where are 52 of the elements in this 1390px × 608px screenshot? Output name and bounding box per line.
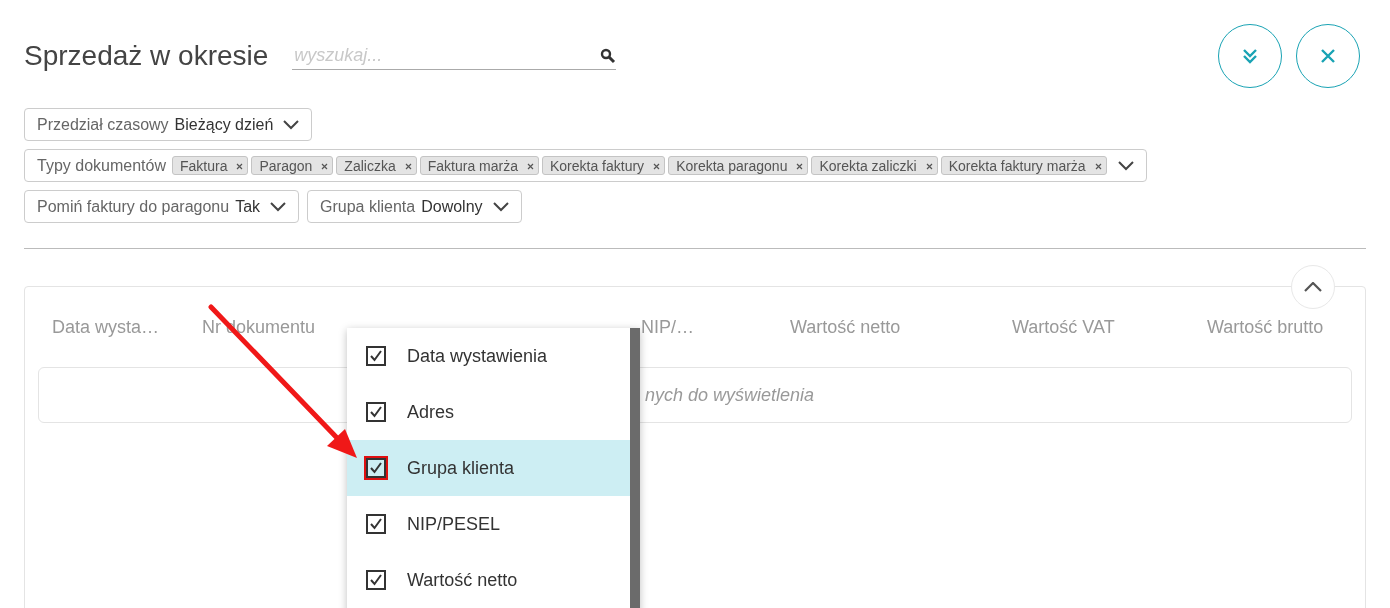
chevron-down-icon [283,119,300,130]
checkbox[interactable] [366,570,386,590]
filter-dropdown[interactable]: Typy dokumentów Faktura Paragon Zaliczka Faktura marża Korekta faktury Korekta paragonu Korekta zaliczki Korekta faktury marża [24,149,1147,182]
remove-icon[interactable] [796,162,804,170]
document-type-tag[interactable]: Korekta faktury marża [940,156,1107,175]
empty-message: nych do wyświetlenia [645,384,815,406]
filter-label: Przedział czasowy [37,115,169,134]
document-type-tag[interactable]: Korekta zaliczki [811,156,938,175]
filter-value: Dowolny [421,197,483,216]
filter-value: Tak [235,197,261,216]
menu-item[interactable]: Data wystawienia [347,328,630,384]
filter-dropdown[interactable]: Przedział czasowy Bieżący dzień [24,108,313,141]
menu-item[interactable]: Grupa klienta [347,440,630,496]
remove-icon[interactable] [653,162,661,170]
remove-icon[interactable] [526,162,534,170]
remove-icon[interactable] [404,162,412,170]
filter-label: Pomiń faktury do paragonu [37,197,230,216]
check-icon [369,349,383,363]
double-chevron-icon [1241,47,1259,65]
filter-value: Bieżący dzień [174,115,274,134]
chevron-down-icon [492,201,509,212]
document-type-tag[interactable]: Korekta paragonu [668,156,809,175]
check-icon [369,573,383,587]
checkbox[interactable] [366,514,386,534]
menu-item[interactable]: NIP/PESEL [347,496,630,552]
document-type-tag[interactable]: Zaliczka [336,156,417,175]
chevron-down-icon [1117,160,1134,171]
document-type-tag[interactable]: Faktura [171,156,249,175]
checkbox[interactable] [366,402,386,422]
remove-icon[interactable] [925,162,933,170]
filter-dropdown[interactable]: Pomiń faktury do paragonu Tak [24,190,300,223]
chevron-down-icon [270,201,287,212]
check-icon [369,517,383,531]
page-title: Sprzedaż w okresie [24,40,269,72]
remove-icon[interactable] [1094,162,1102,170]
menu-item[interactable]: Adres [347,384,630,440]
document-type-tag[interactable]: Faktura marża [419,156,539,175]
document-type-tag[interactable]: Paragon [251,156,334,175]
remove-icon[interactable] [321,162,329,170]
menu-item[interactable]: Wartość netto [347,552,630,608]
filter-label: Typy dokumentów [37,156,166,175]
remove-icon[interactable] [236,162,244,170]
check-icon [369,405,383,419]
filter-label: Grupa klienta [320,197,416,216]
document-type-tag[interactable]: Korekta faktury [541,156,666,175]
chevron-up-icon [1304,282,1322,292]
check-icon [369,461,383,475]
checkbox[interactable] [366,346,386,366]
filter-dropdown[interactable]: Grupa klienta Dowolny [307,190,522,223]
search-icon [600,47,617,64]
collapse-button[interactable] [1291,265,1335,309]
close-icon [1321,49,1335,63]
